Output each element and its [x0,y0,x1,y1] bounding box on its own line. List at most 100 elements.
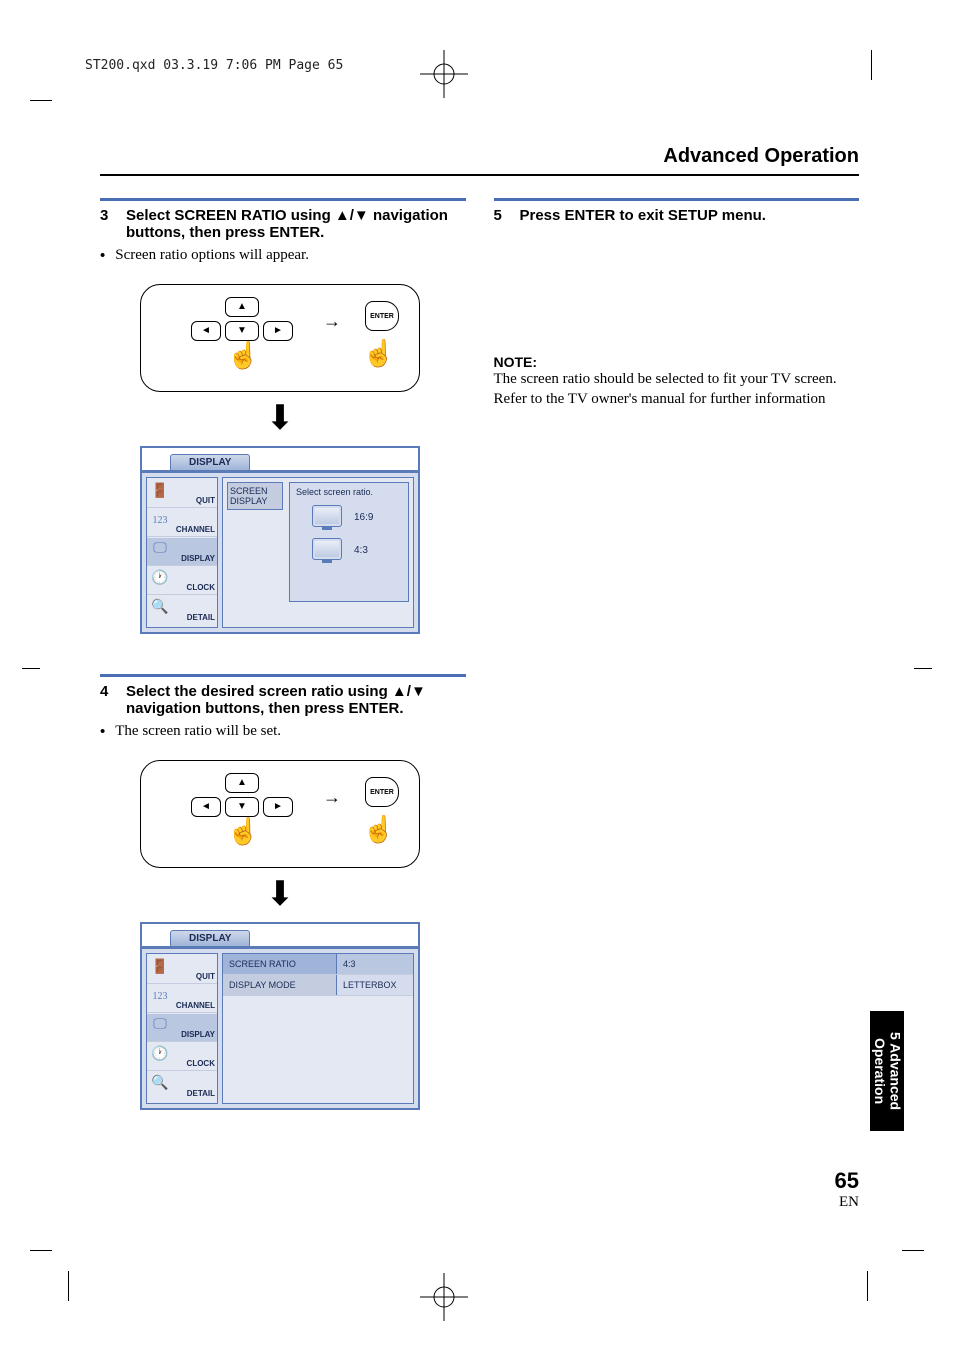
arrow-icon: → [323,311,341,332]
setting-value: 4:3 [337,954,413,974]
step-rule [100,674,466,677]
crop-mark [867,1271,868,1301]
ratio-panel: Select screen ratio. 16:9 4:3 [289,482,409,602]
crop-mark [30,100,52,101]
page-language: EN [835,1194,859,1211]
osd-tab: DISPLAY [170,930,250,946]
enter-button: ENTER [365,301,399,331]
right-column: 5 Press ENTER to exit SETUP menu. NOTE: … [494,198,860,1110]
clock-icon: 🕐 [151,1045,169,1063]
step-4-heading: 4 Select the desired screen ratio using … [100,683,466,717]
step-text: Select SCREEN RATIO using ▲/▼ navigation… [126,207,466,241]
figure-remote-2: ▲ ▼ ◄ ► → ENTER ☝ ☝ ⬇ DISPLAY 🚪QUIT 123C [140,760,420,1110]
osd-screen-1: DISPLAY 🚪 QUIT 123 CHANNEL 🖵 DISPLAY 🕐 CLOCK… [140,446,420,634]
setting-key: DISPLAY MODE [223,975,337,995]
osd-main: SCREEN RATIO 4:3 DISPLAY MODE LETTERBOX [222,953,414,1104]
sidebar-label: CHANNEL [176,525,215,534]
crop-mark [914,668,932,669]
print-header-line: ST200.qxd 03.3.19 7:06 PM Page 65 [85,58,343,73]
bullet-dot: • [100,723,105,740]
crop-mark [22,668,40,669]
setting-row: SCREEN RATIO 4:3 [223,954,413,975]
note-label: NOTE: [494,354,860,370]
osd-screen-2: DISPLAY 🚪QUIT 123CHANNEL 🖵DISPLAY 🕐CLOCK… [140,922,420,1110]
crop-mark [902,1250,924,1251]
tv-icon [312,538,342,560]
hand-icon: ☝ [227,817,259,847]
detail-icon: 🔍 [151,1074,169,1092]
nav-down-button: ▼ [225,797,259,817]
channel-icon: 123 [151,987,169,1005]
down-arrow-icon: ⬇ [140,874,420,914]
note-text: The screen ratio should be selected to f… [494,370,860,390]
step-5-heading: 5 Press ENTER to exit SETUP menu. [494,207,860,224]
clock-icon: 🕐 [151,569,169,587]
label-line: SCREEN [230,486,280,496]
sidebar-label: CHANNEL [176,1001,215,1010]
sidebar-label: CLOCK [187,583,215,592]
page-number-value: 65 [835,1168,859,1194]
hand-icon: ☝ [363,339,395,369]
nav-right-button: ► [263,797,293,817]
step-4-bullet: • The screen ratio will be set. [100,723,466,740]
osd-sidebar: 🚪QUIT 123CHANNEL 🖵DISPLAY 🕐CLOCK 🔍DETAIL [146,953,218,1104]
section-title: Advanced Operation [663,145,859,168]
sidebar-label: DISPLAY [181,554,215,563]
nav-down-button: ▼ [225,321,259,341]
sidebar-label: DETAIL [187,1089,215,1098]
enter-button: ENTER [365,777,399,807]
arrow-icon: → [323,787,341,808]
crop-mark [68,1271,69,1301]
nav-up-button: ▲ [225,297,259,317]
ratio-option: 16:9 [312,505,404,530]
setting-row: DISPLAY MODE LETTERBOX [223,975,413,996]
sidebar-label: CLOCK [187,1059,215,1068]
tv-icon [312,505,342,527]
door-icon: 🚪 [151,482,169,500]
step-rule [494,198,860,201]
crop-mark [30,1250,52,1251]
sidebar-label: QUIT [196,496,215,505]
step-3-bullet: • Screen ratio options will appear. [100,247,466,264]
door-icon: 🚪 [151,958,169,976]
note-text: Refer to the TV owner's manual for furth… [494,390,860,410]
screen-display-label: SCREEN DISPLAY [227,482,283,510]
ratio-label: 16:9 [354,512,373,523]
step-number: 3 [100,207,116,241]
channel-icon: 123 [151,511,169,529]
sidebar-label: QUIT [196,972,215,981]
label-line: DISPLAY [230,496,280,506]
hand-icon: ☝ [227,341,259,371]
bullet-dot: • [100,247,105,264]
remote-panel: ▲ ▼ ◄ ► → ENTER ☝ ☝ [140,760,420,868]
step-3-heading: 3 Select SCREEN RATIO using ▲/▼ navigati… [100,207,466,241]
registration-mark-top [420,50,468,98]
page-number: 65 EN [835,1168,859,1211]
osd-sidebar: 🚪QUIT 123CHANNEL 🖵DISPLAY 🕐CLOCK 🔍DETAIL [146,477,218,628]
step-text: Press ENTER to exit SETUP menu. [520,207,860,224]
ratio-label: 4:3 [354,545,368,556]
note-block: NOTE: The screen ratio should be selecte… [494,354,860,409]
ratio-title: Select screen ratio. [294,487,404,497]
left-column: 3 Select SCREEN RATIO using ▲/▼ navigati… [100,198,466,1110]
section-title-rule [100,174,859,176]
display-icon: 🖵 [151,540,169,558]
bullet-text: The screen ratio will be set. [115,723,281,740]
step-rule [100,198,466,201]
display-icon: 🖵 [151,1016,169,1034]
setting-key: SCREEN RATIO [223,954,337,974]
remote-panel: ▲ ▼ ◄ ► → ENTER ☝ ☝ [140,284,420,392]
step-number: 5 [494,207,510,224]
osd-tab: DISPLAY [170,454,250,470]
figure-remote-1: ▲ ▼ ◄ ► → ENTER ☝ ☝ ⬇ DISPLAY 🚪QUIT 123C [140,284,420,634]
down-arrow-icon: ⬇ [140,398,420,438]
detail-icon: 🔍 [151,598,169,616]
bullet-text: Screen ratio options will appear. [115,247,309,264]
hand-icon: ☝ [363,815,395,845]
ratio-option: 4:3 [312,538,404,563]
nav-up-button: ▲ [225,773,259,793]
step-number: 4 [100,683,116,717]
content-columns: 3 Select SCREEN RATIO using ▲/▼ navigati… [100,198,859,1110]
nav-right-button: ► [263,321,293,341]
crop-mark [871,50,872,80]
